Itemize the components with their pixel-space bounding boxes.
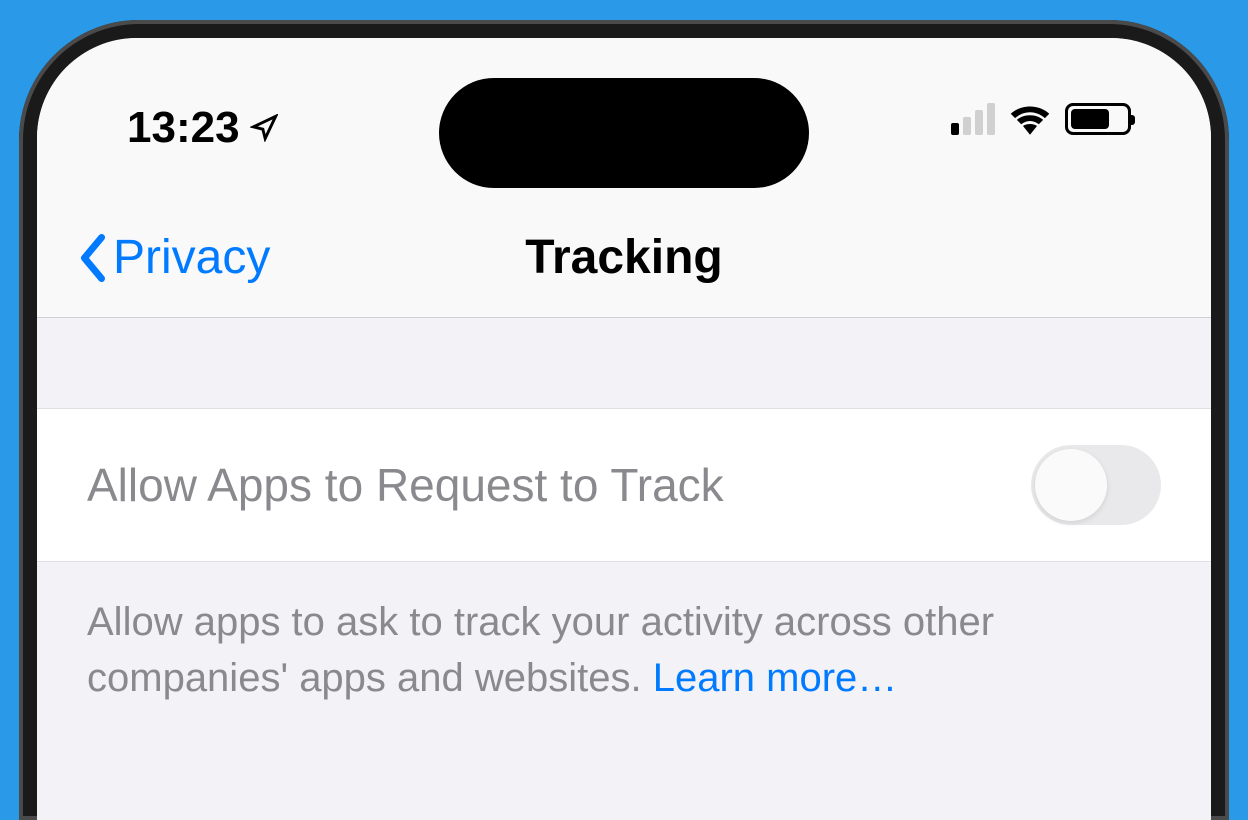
dynamic-island (439, 78, 809, 188)
back-label: Privacy (113, 230, 270, 285)
phone-frame: 13:23 (19, 20, 1229, 820)
allow-tracking-label: Allow Apps to Request to Track (87, 458, 724, 512)
back-button[interactable]: Privacy (77, 230, 270, 285)
section-spacer (37, 318, 1211, 408)
allow-tracking-toggle[interactable] (1031, 445, 1161, 525)
page-title: Tracking (525, 230, 722, 285)
allow-tracking-row: Allow Apps to Request to Track (37, 408, 1211, 562)
battery-icon (1065, 103, 1131, 135)
location-icon (250, 114, 278, 142)
chevron-left-icon (77, 234, 109, 282)
footer-description: Allow apps to ask to track your activity… (37, 562, 1211, 738)
learn-more-link[interactable]: Learn more… (653, 656, 898, 700)
wifi-icon (1009, 103, 1051, 135)
status-right (951, 103, 1131, 135)
screen: 13:23 (37, 38, 1211, 820)
cellular-signal-icon (951, 103, 995, 135)
nav-bar: Privacy Tracking (37, 198, 1211, 318)
toggle-knob (1035, 449, 1107, 521)
status-left: 13:23 (127, 103, 278, 153)
status-time: 13:23 (127, 103, 240, 153)
